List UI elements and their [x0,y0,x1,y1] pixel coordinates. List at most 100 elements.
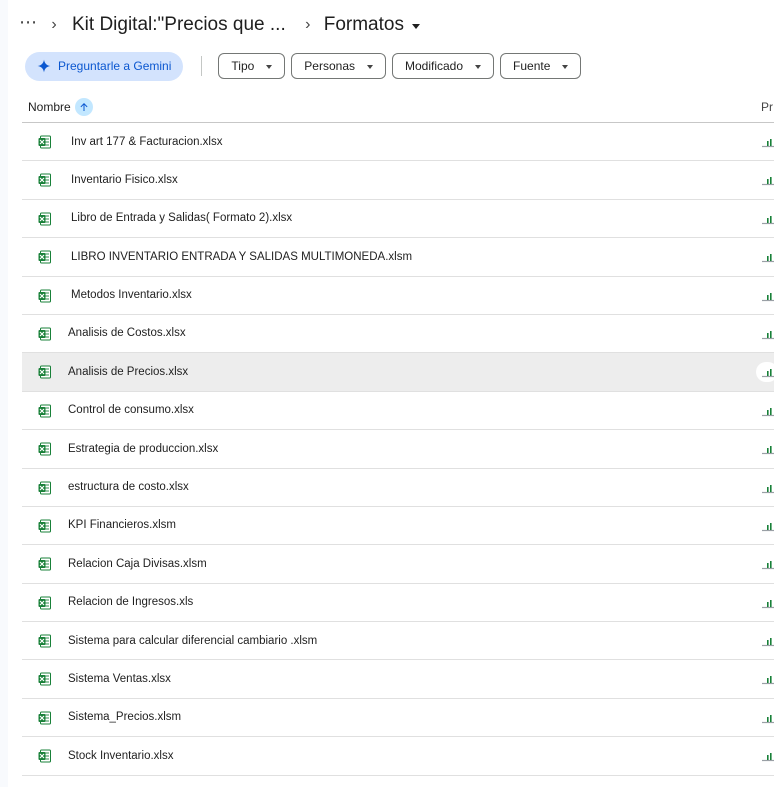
file-name[interactable]: Sistema_Precios.xlsm [68,699,181,736]
shared-drive-icon [762,292,774,301]
excel-icon [38,672,51,686]
arrow-up-icon [80,102,88,111]
chevron-right-icon: › [51,16,57,33]
file-list-header: Nombre Pr [22,91,774,123]
excel-icon [38,212,51,226]
file-name[interactable]: Sistema para calcular diferencial cambia… [68,622,317,659]
left-panel-edge [0,0,8,787]
file-row[interactable]: Control de consumo.xlsx [22,392,774,431]
shared-drive-icon [762,676,774,685]
file-row[interactable]: Inventario Fisico.xlsx [22,161,774,200]
excel-icon [38,711,51,725]
excel-icon [38,250,51,264]
filter-source-label: Fuente [513,59,551,73]
breadcrumb-parent-folder[interactable]: Kit Digital:"Precios que ... [72,14,286,36]
shared-drive-icon [762,330,774,340]
file-row[interactable]: estructura de costo.xlsx [22,469,774,507]
file-row[interactable]: Sistema para calcular diferencial cambia… [22,622,774,661]
caret-down-icon [367,64,373,69]
file-row[interactable]: Metodos Inventario.xlsx [22,277,774,315]
shared-drive-icon [762,446,774,455]
file-name[interactable]: Inv art 177 & Facturacion.xlsx [71,123,222,160]
filter-source-chip[interactable]: Fuente [500,53,582,79]
file-name[interactable]: Libro de Entrada y Salidas( Formato 2).x… [71,200,292,237]
file-name[interactable]: KPI Financieros.xlsm [68,507,176,544]
shared-drive-icon [762,407,774,416]
shared-drive-icon [762,254,774,263]
caret-down-icon [411,23,420,29]
file-row[interactable]: Relacion de Ingresos.xls [22,584,774,623]
caret-down-icon [562,64,569,69]
file-row[interactable]: Analisis de Precios.xlsx [22,353,774,392]
breadcrumb: ⋯ › Kit Digital:"Precios que ... › Forma… [14,8,420,42]
excel-icon [38,557,51,571]
excel-icon [38,481,51,495]
excel-icon [38,519,51,533]
file-row[interactable]: Libro de Entrada y Salidas( Formato 2).x… [22,200,774,239]
toolbar-divider [201,56,203,76]
filter-type-label: Tipo [231,59,255,73]
chevron-right-icon: › [305,16,311,33]
shared-drive-icon [762,599,774,608]
owner-column-header[interactable]: Pr [761,91,773,122]
shared-drive-icon [762,177,774,186]
filter-people-chip[interactable]: Personas [291,53,386,79]
file-name[interactable]: Control de consumo.xlsx [68,392,194,429]
file-name[interactable]: Analisis de Costos.xlsx [68,315,186,352]
excel-icon [38,135,51,149]
caret-down-icon [266,64,273,69]
file-name[interactable]: LIBRO INVENTARIO ENTRADA Y SALIDAS MULTI… [71,238,412,275]
file-name[interactable]: Stock Inventario.xlsx [68,737,173,774]
excel-icon [38,749,51,763]
shared-drive-icon [762,369,774,378]
file-row[interactable]: Analisis de Costos.xlsx [22,315,774,354]
filter-people-label: Personas [304,59,355,73]
excel-icon [38,634,51,648]
more-folders-button[interactable]: ⋯ [14,11,42,39]
caret-down-icon [475,64,482,69]
shared-drive-icon [762,638,774,647]
file-name[interactable]: Sistema Ventas.xlsx [68,660,171,697]
current-folder-title: Formatos [323,14,404,35]
shared-drive-icon [762,139,774,148]
file-row[interactable]: LIBRO INVENTARIO ENTRADA Y SALIDAS MULTI… [22,238,774,277]
name-column-label: Nombre [28,99,71,114]
file-name[interactable]: estructura de costo.xlsx [68,469,189,506]
file-name[interactable]: Relacion de Ingresos.xls [68,584,193,621]
file-name[interactable]: Relacion Caja Divisas.xlsm [68,545,207,582]
sort-direction-button[interactable] [74,97,93,116]
file-name[interactable]: Estrategia de produccion.xlsx [68,430,218,467]
filter-type-chip[interactable]: Tipo [218,53,286,79]
file-row[interactable]: Inv art 177 & Facturacion.xlsx [22,123,774,162]
ask-gemini-label: Preguntarle a Gemini [58,59,172,73]
shared-drive-icon [762,561,774,570]
current-folder-menu[interactable]: Formatos [324,14,420,36]
file-row[interactable]: Sistema_Precios.xlsm [22,699,774,738]
gemini-sparkle-icon [37,59,51,73]
shared-drive-icon [762,714,774,723]
excel-icon [38,289,51,303]
excel-icon [38,365,51,379]
file-name[interactable]: Analisis de Precios.xlsx [68,353,188,390]
filter-modified-chip[interactable]: Modificado [392,53,495,79]
file-name[interactable]: Inventario Fisico.xlsx [71,161,178,198]
file-row[interactable]: Relacion Caja Divisas.xlsm [22,545,774,584]
shared-drive-icon [762,753,774,762]
file-row[interactable]: Sistema Ventas.xlsx [22,660,774,699]
file-row[interactable]: Stock Inventario.xlsx [22,737,774,776]
shared-drive-icon [762,215,774,224]
file-list: Inv art 177 & Facturacion.xlsx Inventario… [22,123,774,776]
shared-drive-icon [762,484,774,493]
file-row[interactable]: Estrategia de produccion.xlsx [22,430,774,469]
filter-toolbar: Preguntarle a Gemini Tipo Personas Modif… [25,51,587,81]
excel-icon [38,404,51,418]
name-column-header[interactable]: Nombre [28,91,93,122]
file-name[interactable]: Metodos Inventario.xlsx [71,277,192,314]
file-row[interactable]: KPI Financieros.xlsm [22,507,774,546]
excel-icon [38,173,51,187]
excel-icon [38,596,51,610]
shared-drive-icon [762,522,774,532]
ask-gemini-button[interactable]: Preguntarle a Gemini [25,51,184,81]
excel-icon [38,442,51,456]
filter-modified-label: Modificado [405,59,464,73]
